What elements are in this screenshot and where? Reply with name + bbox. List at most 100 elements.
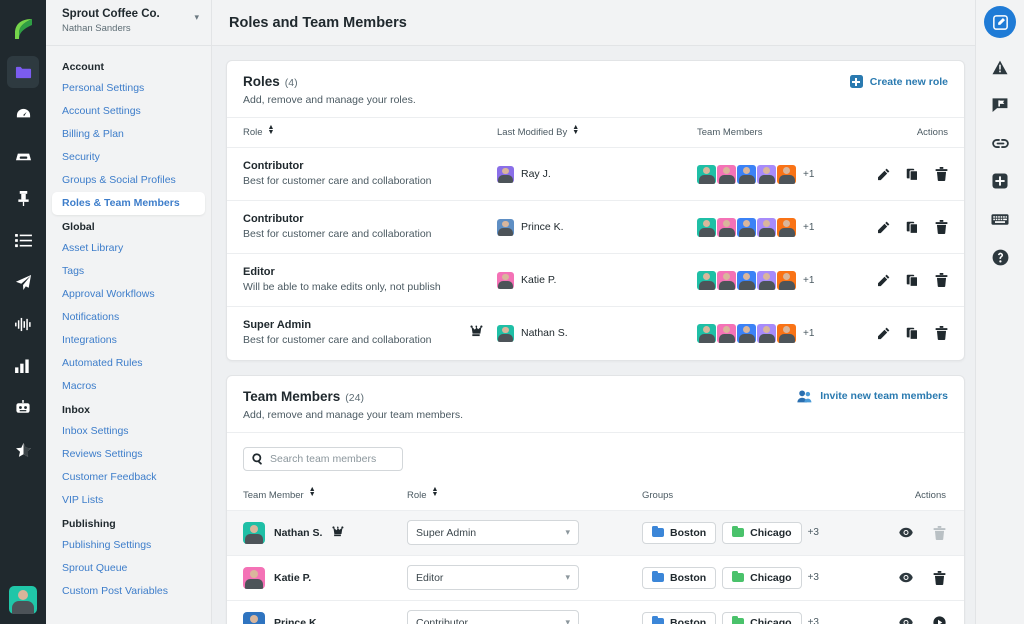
keyboard-icon[interactable] — [987, 206, 1013, 232]
roles-col-modified[interactable]: Last Modified By ▲▼ — [497, 118, 697, 148]
group-chip[interactable]: Chicago — [722, 612, 801, 624]
team-member-cell: Prince K. — [227, 600, 407, 624]
sidebar-item-macros[interactable]: Macros — [46, 375, 211, 398]
sidebar-item-sprout-queue[interactable]: Sprout Queue — [46, 557, 211, 580]
roles-col-role[interactable]: Role ▲▼ — [227, 118, 497, 148]
nav-section-title: Inbox — [46, 398, 211, 420]
sidebar-item-customer-feedback[interactable]: Customer Feedback — [46, 466, 211, 489]
team-col-groups-label: Groups — [642, 490, 673, 501]
trash-icon[interactable] — [935, 167, 948, 181]
sidebar-item-groups-social-profiles[interactable]: Groups & Social Profiles — [46, 169, 211, 192]
table-row: Super Admin Best for customer care and c… — [227, 307, 964, 360]
group-chip[interactable]: Boston — [642, 522, 716, 544]
invite-new-team-members-button[interactable]: Invite new team members — [797, 390, 948, 403]
last-modified-name: Nathan S. — [521, 327, 568, 339]
sidebar-item-account-settings[interactable]: Account Settings — [46, 100, 211, 123]
pencil-icon[interactable] — [877, 221, 890, 234]
rail-item-reports[interactable] — [7, 350, 39, 382]
role-select[interactable]: Contributor — [407, 610, 579, 624]
copy-icon[interactable] — [906, 168, 919, 181]
group-chip[interactable]: Boston — [642, 612, 716, 624]
role-description: Best for customer care and collaboration — [243, 174, 483, 189]
sort-icon[interactable]: ▲▼ — [432, 490, 439, 500]
role-select[interactable]: Editor — [407, 565, 579, 590]
search-input[interactable] — [270, 453, 394, 465]
create-new-role-button[interactable]: Create new role — [850, 75, 948, 88]
sidebar-item-personal-settings[interactable]: Personal Settings — [46, 77, 211, 100]
rail-item-bots[interactable] — [7, 392, 39, 424]
rail-item-inbox[interactable] — [7, 140, 39, 172]
copy-icon[interactable] — [906, 274, 919, 287]
trash-icon[interactable] — [933, 571, 946, 585]
sidebar-item-automated-rules[interactable]: Automated Rules — [46, 352, 211, 375]
sidebar-item-inbox-settings[interactable]: Inbox Settings — [46, 420, 211, 443]
sidebar-item-asset-library[interactable]: Asset Library — [46, 237, 211, 260]
team-col-member[interactable]: Team Member ▲▼ — [227, 481, 407, 511]
pencil-icon[interactable] — [877, 168, 890, 181]
sidebar-item-vip-lists[interactable]: VIP Lists — [46, 489, 211, 512]
sidebar-item-billing-plan[interactable]: Billing & Plan — [46, 123, 211, 146]
rail-item-listening[interactable] — [7, 308, 39, 340]
nav-section-title: Account — [46, 55, 211, 77]
sidebar-item-custom-post-variables[interactable]: Custom Post Variables — [46, 580, 211, 603]
group-chip[interactable]: Chicago — [722, 522, 801, 544]
group-chip[interactable]: Chicago — [722, 567, 801, 589]
trash-icon[interactable] — [935, 273, 948, 287]
help-circle-icon[interactable] — [987, 244, 1013, 270]
eye-icon[interactable] — [899, 617, 913, 624]
role-select[interactable]: Super Admin — [407, 520, 579, 545]
sidebar-item-roles-team-members[interactable]: Roles & Team Members — [52, 192, 205, 215]
team-col-role[interactable]: Role ▲▼ — [407, 481, 642, 511]
compose-button[interactable] — [984, 6, 1016, 38]
sidebar-item-notifications[interactable]: Notifications — [46, 306, 211, 329]
sprout-leaf-logo[interactable] — [8, 14, 38, 44]
page-topbar: Roles and Team Members — [212, 0, 975, 46]
link-icon[interactable] — [987, 130, 1013, 156]
rail-item-pin[interactable] — [7, 182, 39, 214]
team-title-row: Team Members(24) — [243, 388, 463, 406]
group-chip[interactable]: Boston — [642, 567, 716, 589]
rail-item-send[interactable] — [7, 266, 39, 298]
rail-item-dashboard[interactable] — [7, 98, 39, 130]
search-box[interactable] — [243, 447, 403, 471]
sidebar-item-tags[interactable]: Tags — [46, 260, 211, 283]
rail-item-folder[interactable] — [7, 56, 39, 88]
pencil-icon[interactable] — [877, 327, 890, 340]
roles-table-header-row: Role ▲▼ Last Modified By ▲▼ Team Members… — [227, 118, 964, 148]
trash-icon[interactable] — [935, 326, 948, 340]
team-members-table: Team Member ▲▼ Role ▲▼ Groups Actions — [227, 481, 964, 624]
play-circle-icon[interactable] — [933, 616, 946, 624]
copy-icon[interactable] — [906, 327, 919, 340]
plus-square-icon[interactable] — [987, 168, 1013, 194]
eye-icon[interactable] — [899, 527, 913, 538]
sidebar-item-approval-workflows[interactable]: Approval Workflows — [46, 283, 211, 306]
sort-icon[interactable]: ▲▼ — [268, 128, 275, 138]
sidebar-item-reviews-settings[interactable]: Reviews Settings — [46, 443, 211, 466]
sidebar-item-integrations[interactable]: Integrations — [46, 329, 211, 352]
chevron-down-icon[interactable]: ▾ — [194, 12, 199, 23]
rail-item-list[interactable] — [7, 224, 39, 256]
avatar-overflow-count: +1 — [803, 169, 814, 180]
pencil-icon[interactable] — [877, 274, 890, 287]
avatar — [777, 218, 796, 237]
sort-icon[interactable]: ▲▼ — [309, 490, 316, 500]
rail-item-reviews[interactable] — [7, 434, 39, 466]
account-switcher[interactable]: Sprout Coffee Co. Nathan Sanders ▾ — [46, 0, 211, 46]
avatar — [717, 165, 736, 184]
team-col-actions: Actions — [844, 481, 964, 511]
message-flag-icon[interactable] — [987, 92, 1013, 118]
sort-icon[interactable]: ▲▼ — [572, 128, 579, 138]
avatar-overflow-count: +1 — [803, 275, 814, 286]
role-cell: Contributor Best for customer care and c… — [227, 201, 497, 254]
roles-subtitle: Add, remove and manage your roles. — [243, 94, 416, 106]
role-cell: Editor Will be able to make edits only, … — [227, 254, 497, 307]
rail-user-avatar[interactable] — [9, 586, 37, 614]
eye-icon[interactable] — [899, 572, 913, 583]
trash-icon[interactable] — [935, 220, 948, 234]
copy-icon[interactable] — [906, 221, 919, 234]
alert-triangle-icon[interactable] — [987, 54, 1013, 80]
roles-col-actions-label: Actions — [917, 127, 948, 138]
team-members-cell: +1 — [697, 254, 834, 307]
sidebar-item-security[interactable]: Security — [46, 146, 211, 169]
sidebar-item-publishing-settings[interactable]: Publishing Settings — [46, 534, 211, 557]
